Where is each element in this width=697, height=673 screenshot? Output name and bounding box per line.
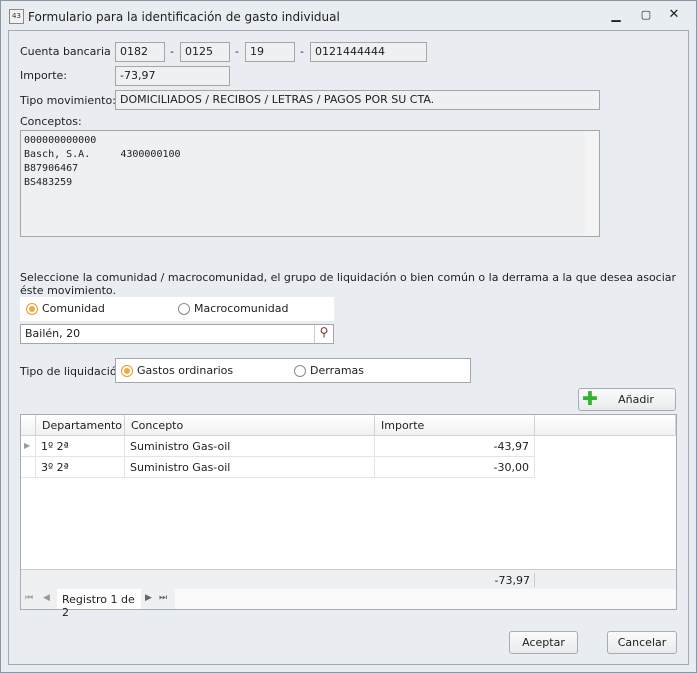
conceptos-label: Conceptos: — [20, 115, 82, 128]
cell-concepto[interactable]: Suministro Gas-oil — [125, 436, 375, 457]
last-record-icon[interactable]: ⏭ — [159, 593, 167, 603]
row-indicator-header — [21, 415, 36, 436]
radio-derramas[interactable]: Derramas — [294, 364, 364, 377]
radio-label: Macrocomunidad — [194, 302, 289, 315]
radio-label: Comunidad — [42, 302, 105, 315]
cuenta-label: Cuenta bancaria — [20, 45, 111, 58]
cuenta-dc-field[interactable]: 19 — [245, 42, 295, 62]
reparto-grid: Departamento Concepto Importe ▶ 1º 2ª Su… — [20, 414, 677, 619]
cuenta-oficina-field[interactable]: 0125 — [180, 42, 230, 62]
plus-icon: ✚ — [582, 388, 598, 410]
radio-label: Derramas — [310, 364, 365, 377]
search-icon[interactable]: ⚲ — [314, 325, 333, 343]
row-indicator — [21, 457, 36, 478]
radio-checked-icon — [121, 365, 133, 377]
column-header-empty — [535, 415, 676, 436]
cancel-button[interactable]: Cancelar — [607, 631, 677, 654]
next-record-icon[interactable]: ▶ — [145, 593, 152, 603]
cell-concepto[interactable]: Suministro Gas-oil — [125, 457, 375, 478]
importe-label: Importe: — [20, 69, 67, 82]
cell-importe[interactable]: -43,97 — [375, 436, 535, 457]
minimize-button[interactable]: ▁ — [606, 8, 626, 24]
conceptos-text: 000000000000 Basch, S.A. 4300000100 B879… — [24, 135, 181, 188]
radio-comunidad[interactable]: Comunidad — [26, 302, 105, 315]
tipo-movimiento-label: Tipo movimiento: — [20, 94, 116, 107]
cuenta-numero-field[interactable]: 0121444444 — [310, 42, 427, 62]
window-title: Formulario para la identificación de gas… — [28, 10, 340, 24]
radio-unchecked-icon — [294, 365, 306, 377]
radio-macrocomunidad[interactable]: Macrocomunidad — [178, 302, 289, 315]
liquidacion-label: Tipo de liquidación: — [20, 365, 128, 378]
tipo-movimiento-field[interactable]: DOMICILIADOS / RECIBOS / LETRAS / PAGOS … — [115, 90, 600, 110]
comunidad-search-input[interactable]: Bailén, 20 — [20, 324, 334, 344]
record-counter: Registro 1 de 2 — [57, 589, 141, 619]
prev-record-icon[interactable]: ◀ — [43, 593, 50, 603]
cell-importe[interactable]: -30,00 — [375, 457, 535, 478]
importe-field[interactable]: -73,97 — [115, 66, 230, 86]
close-button[interactable]: ✕ — [664, 7, 684, 23]
horizontal-scrollbar[interactable] — [175, 589, 676, 609]
separator: - — [300, 45, 304, 58]
first-record-icon[interactable]: ⏮ — [25, 593, 33, 603]
column-header-departamento[interactable]: Departamento — [36, 415, 125, 436]
app-43-icon: 43 — [9, 9, 24, 24]
accept-button[interactable]: Aceptar — [509, 631, 578, 654]
memo-scrollbar[interactable] — [585, 131, 599, 236]
cell-departamento[interactable]: 1º 2ª — [36, 436, 125, 457]
radio-label: Gastos ordinarios — [137, 364, 234, 377]
grid-navigator: ⏮ ◀ Registro 1 de 2 ▶ ⏭ — [21, 589, 676, 619]
separator: - — [235, 45, 239, 58]
conceptos-memo[interactable]: 000000000000 Basch, S.A. 4300000100 B879… — [20, 130, 600, 237]
instruction-text: Seleccione la comunidad / macrocomunidad… — [20, 271, 677, 297]
grid-footer: -73,97 — [21, 569, 676, 589]
cuenta-entidad-field[interactable]: 0182 — [115, 42, 165, 62]
row-indicator-icon: ▶ — [21, 436, 36, 457]
cell-departamento[interactable]: 3º 2ª — [36, 457, 125, 478]
separator: - — [170, 45, 174, 58]
radio-unchecked-icon — [178, 303, 190, 315]
radio-checked-icon — [26, 303, 38, 315]
maximize-button[interactable]: ▢ — [636, 8, 656, 24]
divider — [534, 573, 535, 587]
column-header-importe[interactable]: Importe — [375, 415, 535, 436]
column-header-concepto[interactable]: Concepto — [125, 415, 375, 436]
total-importe: -73,97 — [494, 574, 530, 587]
radio-gastos-ordinarios[interactable]: Gastos ordinarios — [121, 364, 233, 377]
add-reparto-button[interactable]: ✚Añadir reparto — [578, 388, 676, 427]
